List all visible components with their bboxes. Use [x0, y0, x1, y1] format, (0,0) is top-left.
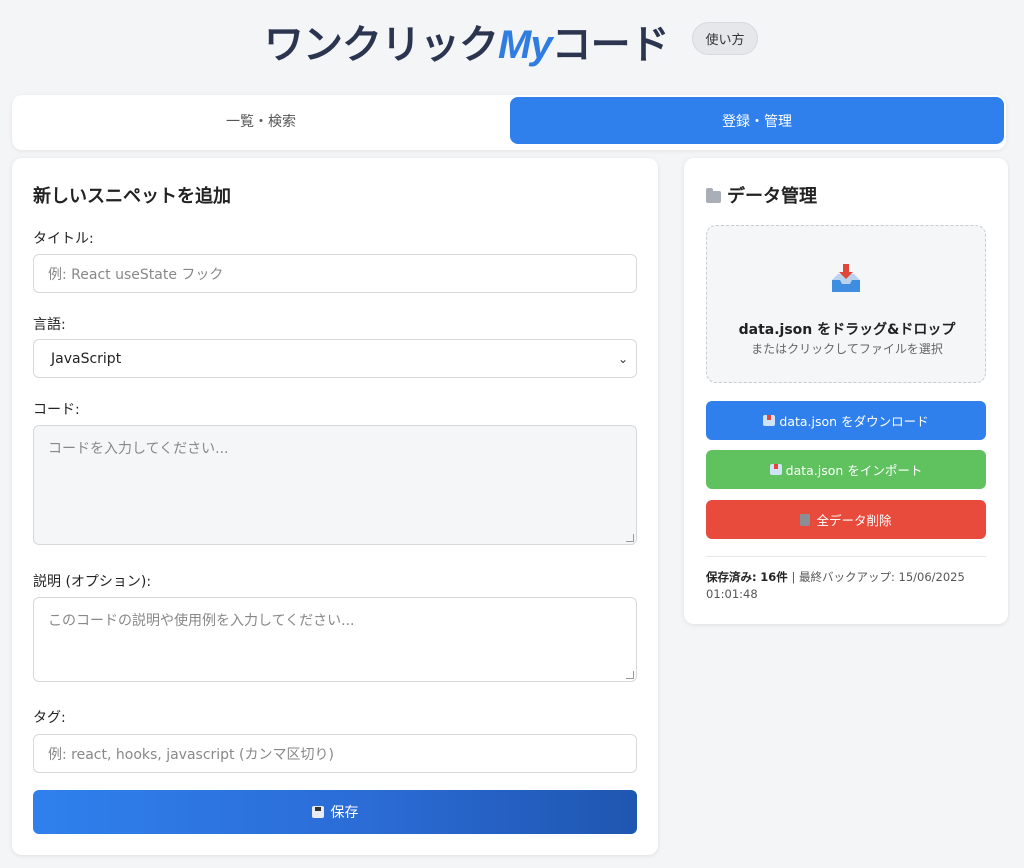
- delete-all-button[interactable]: 全データ削除: [706, 500, 986, 539]
- app-title-suffix: コード: [551, 22, 670, 68]
- data-management-card: データ管理 data.json をドラッグ&ドロップ またはクリックしてファイル…: [684, 158, 1008, 624]
- resize-handle-icon[interactable]: [626, 534, 634, 542]
- app-title: ワンクリックMyコード: [264, 12, 670, 70]
- tab-list-search[interactable]: 一覧・検索: [12, 97, 510, 144]
- delete-label: 全データ削除: [816, 513, 892, 528]
- description-placeholder: このコードの説明や使用例を入力してください...: [48, 613, 355, 629]
- app-header: ワンクリックMyコード 使い方: [0, 0, 1024, 80]
- tab-bar: 一覧・検索 登録・管理: [12, 95, 1006, 150]
- app-title-prefix: ワンクリック: [264, 22, 499, 68]
- inbox-tray-icon: [832, 264, 860, 292]
- import-tray-icon: [769, 464, 782, 475]
- code-label: コード:: [33, 402, 80, 418]
- code-placeholder: コードを入力してください...: [48, 441, 229, 457]
- download-json-button[interactable]: data.json をダウンロード: [706, 401, 986, 440]
- title-label: タイトル:: [33, 231, 94, 247]
- title-placeholder: 例: React useState フック: [48, 266, 224, 283]
- download-tray-icon: [763, 415, 776, 426]
- import-json-button[interactable]: data.json をインポート: [706, 450, 986, 489]
- import-label: data.json をインポート: [785, 463, 923, 478]
- data-stats: 保存済み: 16件 | 最終バックアップ: 15/06/2025 01:01:4…: [706, 569, 996, 603]
- tags-placeholder: 例: react, hooks, javascript (カンマ区切り): [48, 746, 334, 763]
- resize-handle-icon[interactable]: [626, 671, 634, 679]
- tags-input[interactable]: 例: react, hooks, javascript (カンマ区切り): [33, 734, 637, 773]
- save-button[interactable]: 保存: [33, 790, 637, 834]
- language-value: JavaScript: [51, 350, 122, 367]
- download-label: data.json をダウンロード: [779, 414, 929, 429]
- trash-icon: [800, 513, 811, 526]
- add-snippet-card: 新しいスニペットを追加 タイトル: 例: React useState フック …: [12, 158, 658, 855]
- data-management-title: データ管理: [727, 186, 817, 207]
- dropzone-title: data.json をドラッグ&ドロップ: [738, 322, 956, 338]
- stats-saved-label: 保存済み:: [706, 570, 757, 584]
- chevron-down-icon: ⌄: [617, 351, 628, 366]
- save-label: 保存: [330, 805, 359, 821]
- tags-label: タグ:: [33, 710, 66, 726]
- language-label: 言語:: [33, 317, 66, 333]
- divider: [706, 556, 986, 557]
- language-select[interactable]: JavaScript ⌄: [33, 339, 637, 378]
- tab-register-manage[interactable]: 登録・管理: [510, 97, 1004, 144]
- add-snippet-heading: 新しいスニペットを追加: [33, 186, 231, 207]
- description-label: 説明 (オプション):: [33, 574, 152, 590]
- file-dropzone[interactable]: data.json をドラッグ&ドロップ またはクリックしてファイルを選択: [706, 225, 986, 383]
- description-textarea[interactable]: このコードの説明や使用例を入力してください...: [33, 597, 637, 682]
- title-input[interactable]: 例: React useState フック: [33, 254, 637, 293]
- code-textarea[interactable]: コードを入力してください...: [33, 425, 637, 545]
- stats-saved-count: 16件: [760, 570, 788, 584]
- floppy-disk-icon: [311, 806, 324, 818]
- data-management-heading: データ管理: [706, 182, 817, 208]
- folder-icon: [706, 188, 721, 203]
- app-title-my: My: [498, 23, 553, 67]
- help-button[interactable]: 使い方: [692, 22, 758, 55]
- dropzone-subtitle: またはクリックしてファイルを選択: [751, 342, 943, 356]
